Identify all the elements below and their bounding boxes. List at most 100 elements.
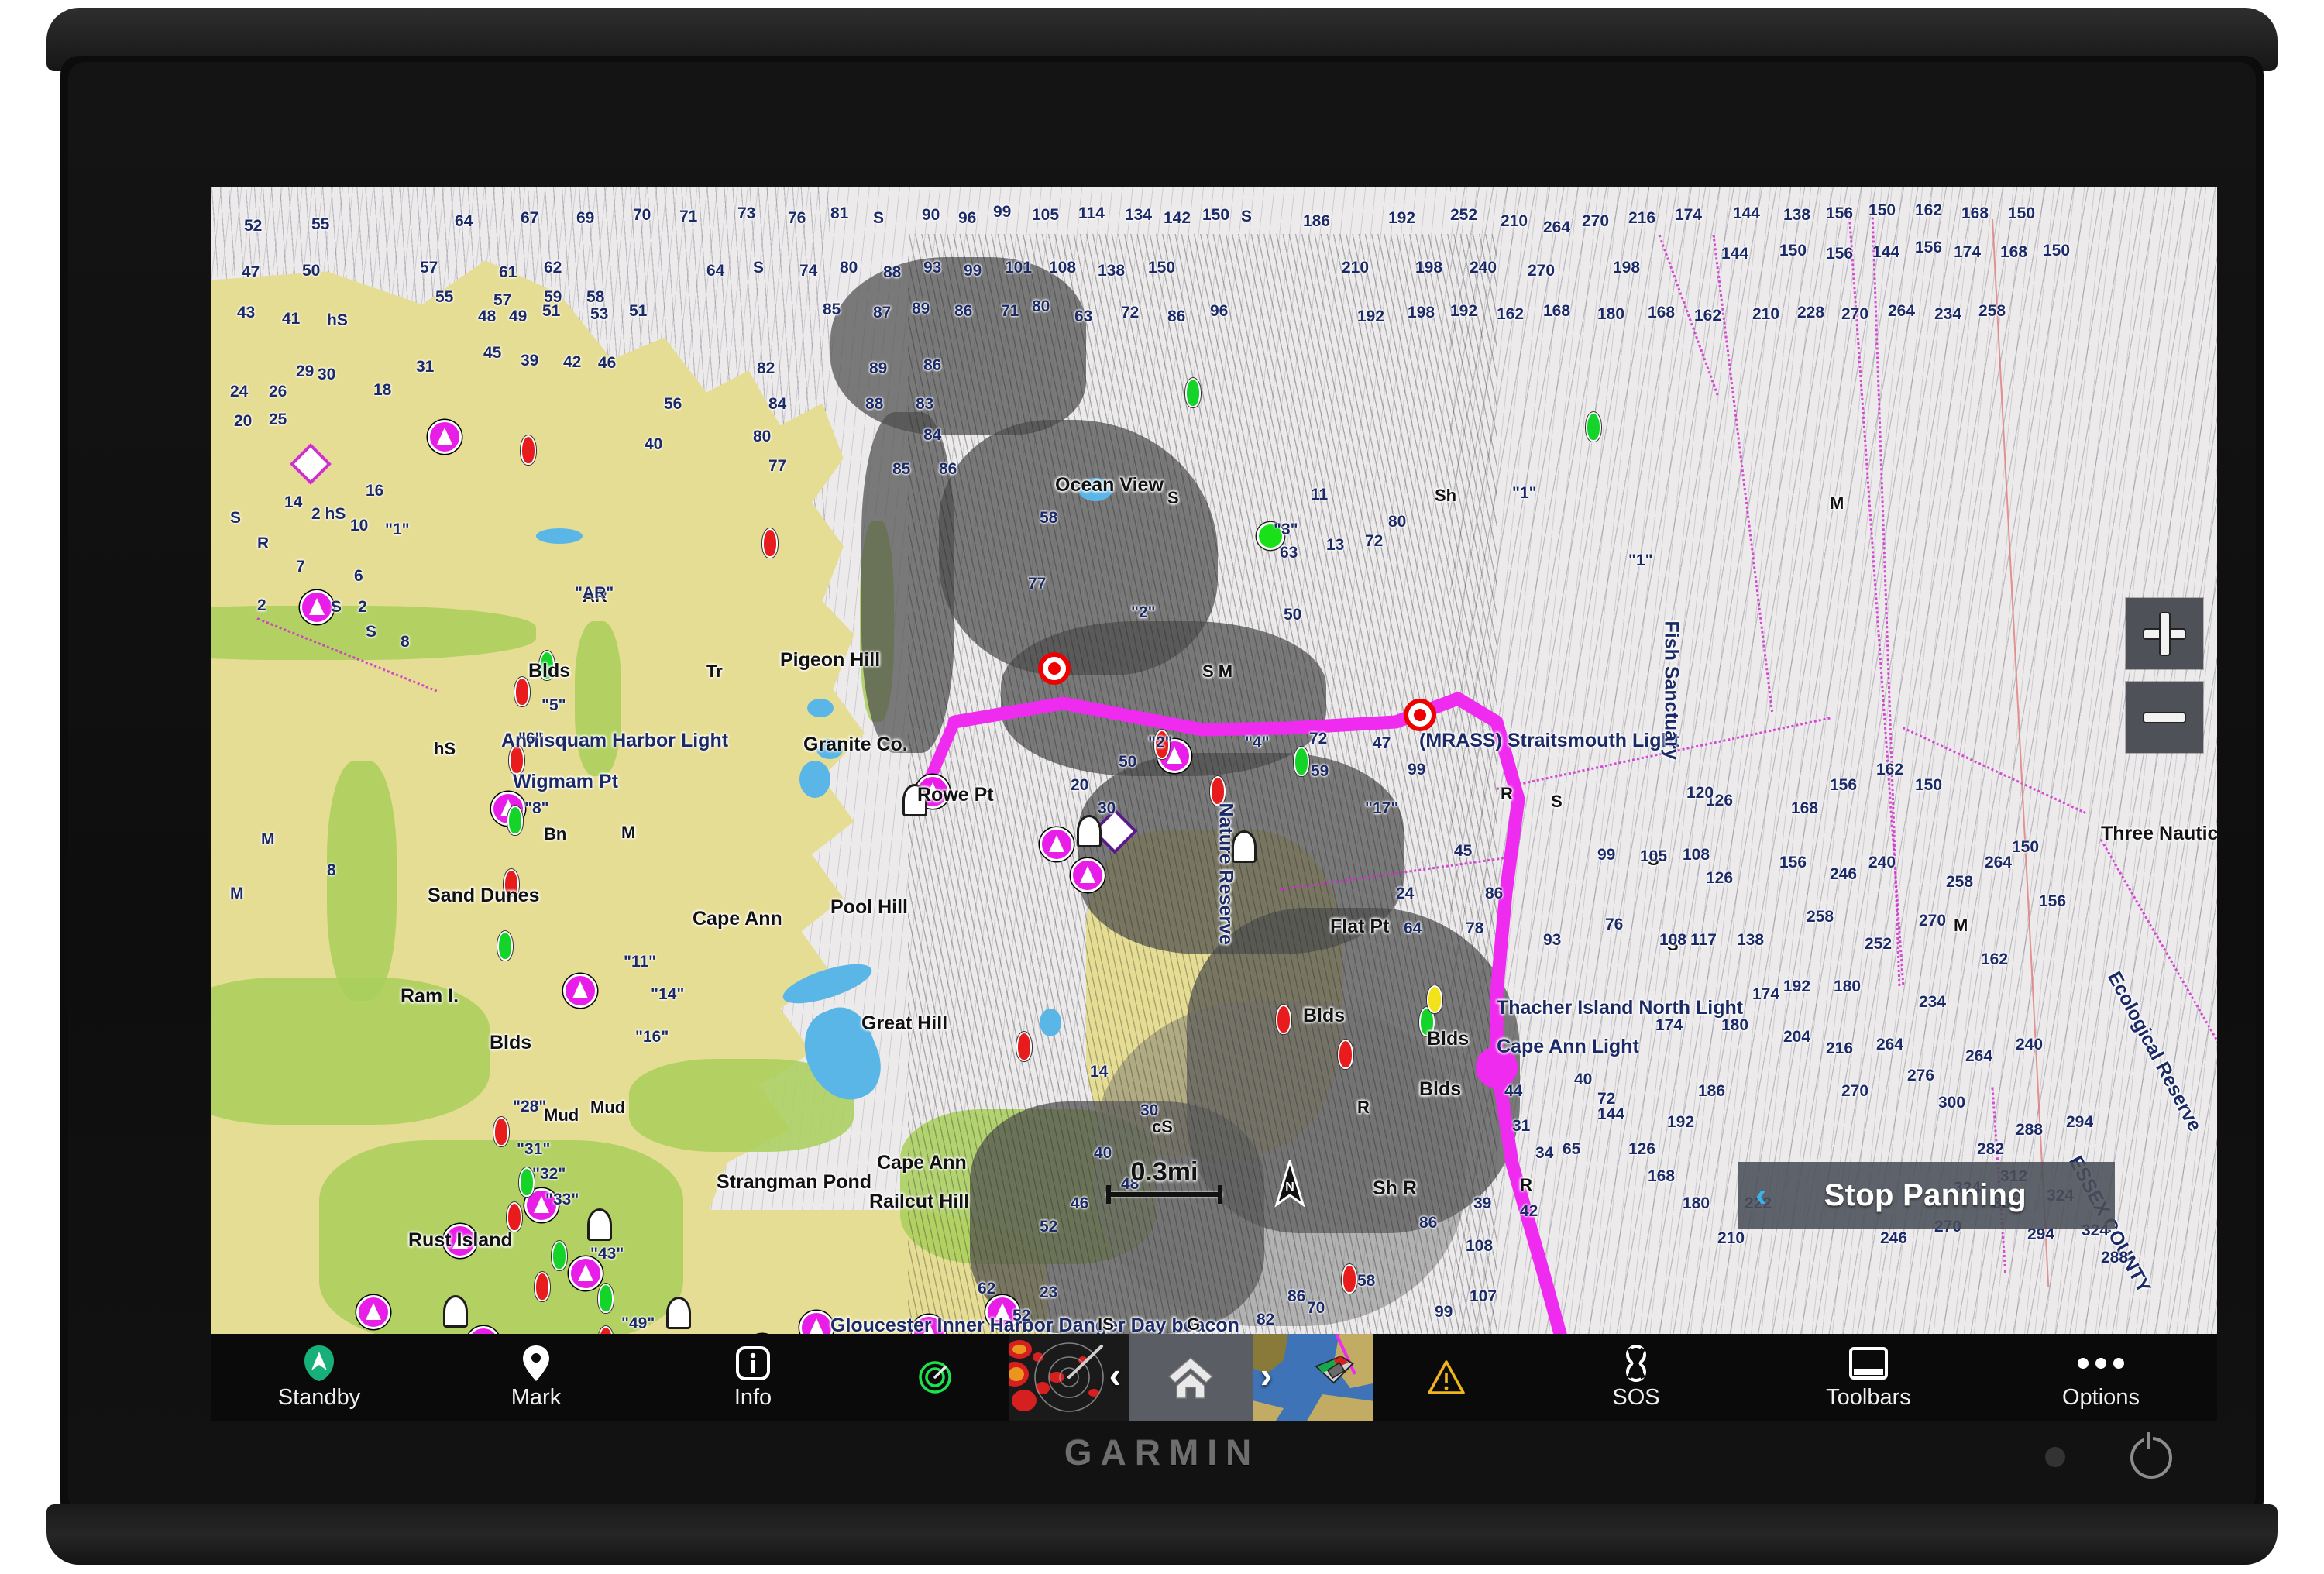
sounding-depth: 150 bbox=[1779, 242, 1807, 259]
sounding-depth: 41 bbox=[282, 310, 301, 328]
sounding-depth: 174 bbox=[1752, 985, 1780, 1003]
sounding-depth: 82 bbox=[757, 359, 775, 377]
marina-icon[interactable] bbox=[428, 420, 462, 454]
toolbar-item-alerts[interactable] bbox=[1373, 1334, 1520, 1421]
sounding-depth: 204 bbox=[1783, 1028, 1811, 1046]
sounding-depth: 67 bbox=[521, 209, 539, 227]
sounding-depth: 192 bbox=[1667, 1113, 1695, 1131]
buoy-number-label: "5" bbox=[541, 696, 566, 714]
zoom-in-button[interactable] bbox=[2126, 598, 2203, 669]
sounding-depth: 240 bbox=[1868, 854, 1896, 871]
sounding-depth: 162 bbox=[1876, 761, 1904, 778]
chart-preview-tile[interactable]: › bbox=[1252, 1334, 1373, 1421]
sounding-depth: 210 bbox=[1501, 212, 1528, 230]
sounding-depth: 80 bbox=[840, 259, 858, 277]
sounding-depth: 29 bbox=[296, 363, 315, 380]
sounding-depth: 72 bbox=[1121, 304, 1140, 321]
sounding-depth: 99 bbox=[1435, 1303, 1453, 1321]
buoy-number-label: "2" bbox=[1148, 734, 1173, 751]
sounding-depth: 70 bbox=[633, 206, 651, 224]
toolbar-item-mark[interactable]: Mark bbox=[428, 1334, 645, 1421]
sounding-depth: 39 bbox=[1473, 1194, 1492, 1212]
sounding-depth: 52 bbox=[1012, 1307, 1031, 1325]
toolbar-item-sos[interactable]: SOS bbox=[1520, 1334, 1752, 1421]
buoy-number-label: "31" bbox=[517, 1140, 551, 1158]
chevron-left-icon[interactable]: ‹ bbox=[1109, 1354, 1121, 1396]
buoy-number-label: "28" bbox=[513, 1098, 547, 1115]
red-buoy-icon bbox=[1210, 776, 1226, 806]
sounding-depth: 70 bbox=[1307, 1299, 1325, 1317]
toolbar-item-options[interactable]: Options bbox=[1985, 1334, 2217, 1421]
sounding-depth: 46 bbox=[598, 354, 617, 372]
sounding-depth: 45 bbox=[483, 344, 502, 362]
sounding-depth: 77 bbox=[1028, 575, 1047, 593]
sounding-depth: 76 bbox=[788, 209, 806, 227]
home-button[interactable] bbox=[1129, 1334, 1253, 1421]
light-icon bbox=[1404, 699, 1436, 731]
sounding-depth: 30 bbox=[1098, 799, 1116, 817]
toolbar-item-info[interactable]: Info bbox=[645, 1334, 861, 1421]
sounding-depth: 105 bbox=[1032, 206, 1060, 224]
sounding-depth: 228 bbox=[1797, 304, 1825, 321]
map-label: Flat Pt bbox=[1330, 916, 1390, 937]
sounding-depth: 77 bbox=[768, 457, 787, 475]
stop-panning-button[interactable]: ‹ Stop Panning bbox=[1738, 1162, 2115, 1229]
sounding-depth: 96 bbox=[1210, 302, 1229, 320]
marina-icon[interactable] bbox=[1040, 827, 1074, 861]
marina-icon[interactable] bbox=[356, 1295, 390, 1329]
sounding-depth: R bbox=[257, 534, 270, 552]
sounding-depth: 108 bbox=[1683, 846, 1710, 864]
toolbar-item-toolbars[interactable]: Toolbars bbox=[1752, 1334, 1985, 1421]
map-label: S bbox=[1551, 792, 1563, 811]
sounding-depth: 59 bbox=[1311, 762, 1329, 780]
sounding-depth: 42 bbox=[563, 353, 582, 371]
marina-icon[interactable] bbox=[1071, 858, 1105, 892]
sounding-depth: 24 bbox=[1396, 885, 1415, 902]
toolbars-icon bbox=[1848, 1345, 1889, 1382]
green-buoy-icon bbox=[1586, 412, 1601, 442]
power-button[interactable] bbox=[2130, 1432, 2172, 1479]
sounding-depth: 52 bbox=[244, 217, 263, 235]
marina-icon[interactable] bbox=[563, 974, 597, 1008]
sounding-depth: 8 bbox=[327, 861, 336, 879]
toolbar-label-mark: Mark bbox=[511, 1384, 562, 1410]
toolbar-item-standby[interactable]: Standby bbox=[211, 1334, 428, 1421]
buoy-number-label: "8" bbox=[524, 799, 549, 817]
sounding-depth: 150 bbox=[1915, 776, 1943, 794]
radar-preview-tile[interactable]: ‹ bbox=[1009, 1334, 1129, 1421]
zoom-out-button[interactable] bbox=[2126, 682, 2203, 753]
sounding-depth: 44 bbox=[1504, 1082, 1523, 1100]
lighthouse-icon bbox=[443, 1295, 468, 1328]
green-buoy-icon bbox=[1294, 747, 1309, 776]
chevron-left-icon[interactable]: ‹ bbox=[1755, 1178, 1767, 1212]
sounding-depth: 78 bbox=[1466, 919, 1484, 937]
chart-screen[interactable]: Ocean View Pigeon Hill Granite Co. Rowe Pt P… bbox=[211, 187, 2217, 1334]
bottom-toolbar[interactable]: Standby Mark Info ‹ › SOS Toolbars Optio… bbox=[211, 1334, 2217, 1421]
sounding-depth: 240 bbox=[1470, 259, 1497, 277]
sounding-depth: 64 bbox=[706, 262, 725, 280]
sounding-depth: 23 bbox=[1040, 1284, 1058, 1301]
status-led bbox=[2045, 1447, 2065, 1467]
sounding-depth: 156 bbox=[1826, 245, 1854, 263]
sounding-depth: 120 bbox=[1686, 784, 1714, 802]
sounding-depth: 180 bbox=[1683, 1194, 1710, 1212]
buoy-number-label: "1" bbox=[1628, 552, 1653, 569]
toolbar-item-autopilot[interactable] bbox=[861, 1334, 1009, 1421]
zoom-controls[interactable] bbox=[2126, 598, 2203, 753]
chevron-right-icon[interactable]: › bbox=[1260, 1354, 1272, 1396]
map-label: M bbox=[1830, 493, 1844, 513]
marina-icon[interactable] bbox=[300, 590, 334, 624]
sounding-depth: 270 bbox=[1528, 262, 1556, 280]
sounding-depth: 198 bbox=[1415, 259, 1443, 277]
sounding-depth: 80 bbox=[753, 428, 772, 445]
sounding-depth: 2 bbox=[257, 596, 266, 614]
sounding-depth: 252 bbox=[1865, 935, 1893, 953]
sounding-depth: 144 bbox=[1872, 243, 1900, 261]
sounding-depth: 144 bbox=[1721, 245, 1749, 263]
sounding-depth: 294 bbox=[2066, 1113, 2094, 1131]
red-buoy-icon bbox=[493, 1117, 509, 1146]
map-label: Mud bbox=[544, 1105, 579, 1125]
sounding-depth: 2 hS bbox=[311, 505, 346, 523]
map-label: G bbox=[1187, 1315, 1201, 1334]
sounding-depth: S bbox=[873, 209, 885, 227]
